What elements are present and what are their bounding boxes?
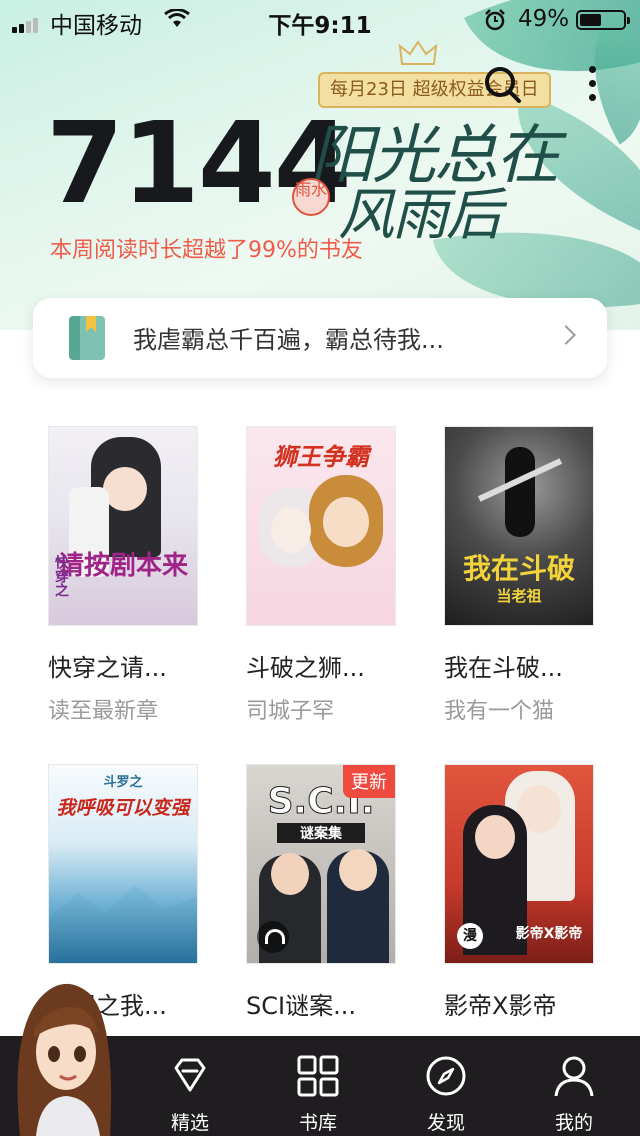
book-cover[interactable]: 影帝X影帝 漫 (444, 764, 594, 964)
book-cover[interactable]: 我在斗破 当老祖 (444, 426, 594, 626)
cover-title: 我在斗破 (462, 552, 575, 585)
book-progress: 读至最新章 (48, 699, 159, 724)
battery-icon (576, 10, 630, 30)
book-author: 司城子罕 (246, 699, 335, 724)
continue-reading-card[interactable]: 我虐霸总千百遍，霸总待我... (33, 298, 607, 378)
cover-title: 影帝X影帝 (515, 926, 583, 942)
book-cover[interactable]: S.C.I. 谜案集 更新 (246, 764, 396, 964)
tab-featured[interactable]: 精选 (140, 1036, 240, 1136)
book-cover[interactable]: 斗罗之 我呼吸可以变强 (48, 764, 198, 964)
tab-discover[interactable]: 发现 (396, 1036, 496, 1136)
tab-label: 精选 (170, 1112, 209, 1134)
update-badge: 更新 (343, 765, 395, 798)
book-title: 快穿之请... (48, 654, 167, 682)
chevron-right-icon (556, 325, 576, 345)
tab-label: 我的 (554, 1112, 593, 1134)
seal-stamp: 雨水 (292, 178, 330, 216)
tab-profile[interactable]: 我的 (524, 1036, 624, 1136)
book-title: 影帝X影帝 (444, 992, 557, 1020)
book-cover[interactable]: 狮王争霸 (246, 426, 396, 626)
reading-stat-description: 本周阅读时长超越了99%的书友 (50, 238, 363, 263)
more-icon[interactable] (586, 66, 598, 108)
book-card[interactable]: 影帝X影帝 漫 影帝X影帝 (444, 764, 594, 1021)
cover-subtitle: 谜案集 (277, 823, 365, 843)
cover-subtitle: 当老祖 (496, 587, 542, 605)
cover-title: 狮王争霸 (273, 443, 369, 471)
tab-label: 发现 (426, 1112, 465, 1134)
search-icon[interactable] (482, 64, 524, 106)
diamond-icon (174, 1058, 206, 1092)
book-title: SCI谜案... (246, 992, 356, 1020)
book-card[interactable]: 请按剧本来 快穿之 快穿之请... 读至最新章 (48, 426, 198, 725)
grid-icon (297, 1055, 339, 1097)
battery-percent: 49% (518, 6, 570, 32)
book-card[interactable]: 狮王争霸 斗破之狮... 司城子罕 (246, 426, 396, 725)
book-cover[interactable]: 请按剧本来 快穿之 (48, 426, 198, 626)
book-icon (69, 316, 105, 360)
banner[interactable]: 每月23日 超级权益会员日 7144 阳光总在 雨水 风雨后 本周阅读时长超越了… (0, 0, 640, 330)
book-card[interactable]: 我在斗破 当老祖 我在斗破... 我有一个猫 (444, 426, 594, 725)
book-title: 我在斗破... (444, 654, 563, 682)
status-bar: 中国移动 下午9:11 49% (0, 0, 640, 40)
person-icon (554, 1056, 594, 1097)
mascot-avatar[interactable] (10, 972, 118, 1136)
book-title: 斗破之狮... (246, 654, 365, 682)
continue-reading-title: 我虐霸总千百遍，霸总待我... (133, 326, 444, 354)
cover-subtitle: 快穿之 (53, 555, 69, 597)
cover-title: 请按剧本来 (57, 551, 188, 581)
headphones-icon (257, 921, 289, 953)
comic-badge-icon: 漫 (457, 923, 483, 949)
compass-icon (426, 1056, 466, 1096)
book-author: 我有一个猫 (444, 699, 555, 724)
book-card[interactable]: S.C.I. 谜案集 更新 SCI谜案... (246, 764, 396, 1021)
tab-library[interactable]: 书库 (268, 1036, 368, 1136)
crown-icon (398, 40, 438, 65)
alarm-icon (485, 9, 505, 31)
tab-label: 书库 (298, 1112, 337, 1134)
cover-subtitle: 斗罗之 (103, 775, 143, 790)
cover-title: 我呼吸可以变强 (56, 797, 190, 819)
